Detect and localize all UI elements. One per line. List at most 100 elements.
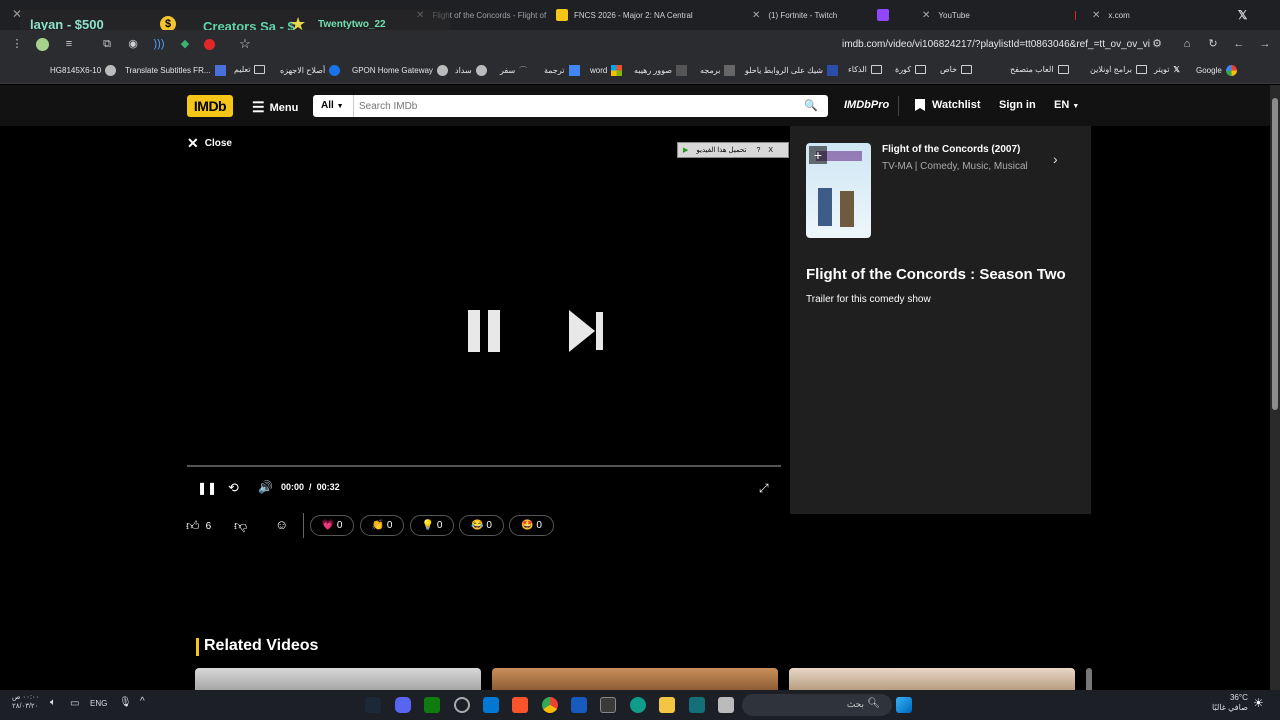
bookmark-device-repair[interactable]: أصلاح الاجهزه [280,65,341,76]
playlist-icon[interactable]: ≡ [62,37,76,51]
tab-fncs[interactable]: FNCS 2026 - Major 2: NA Central [556,4,741,26]
related-video-thumb[interactable] [789,668,1075,690]
bookmark-pictures[interactable]: صوور رهيبه [634,65,688,76]
download-video-widget[interactable]: ▶ تحميل هذا الفيديو ? X [677,142,789,158]
close-tab-icon[interactable]: ✕ [1092,10,1100,21]
forward-icon[interactable]: → [1258,37,1272,51]
watchlist-button[interactable]: Watchlist [915,99,981,111]
extension-icon-2[interactable]: ◉ [126,37,140,51]
dislike-button[interactable]: 👎︎ [234,518,247,534]
tray-chevron-icon[interactable]: ^ [140,696,145,707]
add-reaction-icon[interactable]: ☺ [275,517,288,532]
tab-youtube[interactable]: ✕ YouTube [922,4,1082,26]
close-button[interactable]: ✕ Close [187,135,232,152]
scrollbar-thumb[interactable] [1272,98,1278,410]
bookmark-private[interactable]: خاص [940,65,973,74]
speaker-icon[interactable]: 🔈︎ [50,697,56,708]
reaction-laugh[interactable]: 😂 0 [459,515,504,536]
extension-icon-3[interactable]: ◆ [178,37,192,51]
fullscreen-icon[interactable]: ⤢ [759,481,769,496]
reaction-starstruck[interactable]: 🤩 0 [509,515,554,536]
app-icon-2[interactable] [689,697,705,713]
bookmark-education[interactable]: تعليم [234,65,266,74]
tab-x[interactable]: ✕ x.com 𝕏 [1092,4,1252,26]
app-icon-3[interactable] [718,697,734,713]
bookmark-programming[interactable]: برمجه [700,65,736,76]
reaction-love[interactable]: 💗 0 [310,515,354,536]
pause-button[interactable]: ❚❚ [197,481,217,495]
screenshot-icon[interactable]: ⧉ [100,37,114,51]
xbox-icon[interactable] [424,697,440,713]
bookmark-gpon[interactable]: GPON Home Gateway [352,65,448,76]
chrome-icon[interactable] [542,697,558,713]
bookmark-translate-subtitles[interactable]: Translate Subtitles FR... [125,65,226,76]
help-icon[interactable]: ? [757,147,761,154]
app-icon[interactable] [454,697,470,713]
imdb-logo[interactable]: IMDb [187,95,233,117]
wifi-icon[interactable]: ))) [152,37,166,51]
file-explorer-icon[interactable] [659,697,675,713]
search-icon[interactable]: 🔍 [804,99,818,112]
language-indicator[interactable]: ENG [90,699,107,708]
tab-twitch[interactable]: ✕ (1) Fortnite - Twitch [752,4,902,26]
back-icon[interactable]: ← [1232,37,1246,51]
reload-icon[interactable]: ↻ [1206,37,1220,51]
bookmark-word[interactable]: word [590,65,623,76]
microsoft-icon [611,65,623,76]
close-tab-icon[interactable]: ✕ [922,10,930,21]
close-widget-icon[interactable]: X [768,147,773,154]
microphone-icon[interactable]: 🎙︎ [119,697,132,708]
bookmark-online-apps[interactable]: برامج اونلاين [1090,65,1147,74]
clock[interactable]: ٠٠:٠٠ ص ٢٨/٠٣/٢٠ [12,693,39,711]
site-settings-icon[interactable]: ⚙ [1150,37,1164,51]
windows-start-icon[interactable] [896,697,912,713]
taskbar-search[interactable]: 🔍︎ بحث [742,694,892,716]
bookmark-payment[interactable]: سداد [455,65,487,76]
menu-button[interactable]: ☰ Menu [252,99,298,116]
time-display: 00:00 / 00:32 [281,482,340,492]
search-category-select[interactable]: All ▼ [313,95,354,117]
bookmark-hg8145[interactable]: HG8145X6-10 [50,65,117,76]
pause-icon-right-bar[interactable] [488,310,500,352]
brave-icon[interactable] [512,697,528,713]
signin-link[interactable]: Sign in [999,99,1036,111]
bookmark-google[interactable]: Google [1196,65,1237,76]
bookmark-travel[interactable]: سفر ⌒ [500,65,527,76]
steam-icon[interactable] [365,697,381,713]
volume-icon[interactable]: 🔊 [258,480,273,494]
word-icon[interactable] [571,697,587,713]
replay-10-icon[interactable]: ⟲ [228,480,239,496]
reaction-idea[interactable]: 💡 0 [410,515,454,536]
chevron-right-icon[interactable]: › [1053,151,1058,167]
extension-icon[interactable] [36,38,49,51]
language-select[interactable]: EN ▼ [1054,99,1079,111]
reaction-clap[interactable]: 👏 0 [360,515,404,536]
mail-icon[interactable] [483,697,499,713]
menu-dots-icon[interactable]: ⋮ [10,37,24,51]
url-bar[interactable]: imdb.com/video/vi106824217/?playlistId=t… [780,36,1150,54]
bookmark-check-links[interactable]: شيك على الروابط ياحلو [745,65,838,76]
bookmark-ai[interactable]: الذكاء [848,65,882,74]
related-video-thumb[interactable] [492,668,778,690]
imdbpro-link[interactable]: IMDbPro [844,99,889,111]
bookmark-football[interactable]: كورة [895,65,926,74]
close-tab-icon[interactable]: ✕ [752,10,760,21]
discord-icon[interactable] [395,697,411,713]
progress-track[interactable] [187,465,781,467]
weather-widget[interactable]: 36°C صافي غالبًا [1212,693,1248,713]
bookmark-translate[interactable]: ترجمة [544,65,580,76]
home-icon[interactable]: ⌂ [1180,37,1194,51]
like-button[interactable]: 👍︎ 6 [186,518,211,534]
network-icon[interactable]: ▭ [70,698,79,709]
search-input[interactable] [359,98,789,114]
bookmark-star-icon[interactable]: ☆ [238,37,252,51]
add-to-watchlist-icon[interactable]: + [809,146,827,164]
edge-icon[interactable] [630,697,646,713]
related-video-thumb[interactable] [1086,668,1092,690]
store-icon[interactable] [600,697,616,713]
bookmark-browser-games[interactable]: العاب متصفح [1010,65,1069,74]
opera-icon[interactable] [204,39,215,50]
bookmark-twitter[interactable]: تويتر 𝕏 [1154,65,1180,74]
title-year[interactable]: Flight of the Concords (2007) [882,144,1020,155]
related-video-thumb[interactable] [195,668,481,690]
